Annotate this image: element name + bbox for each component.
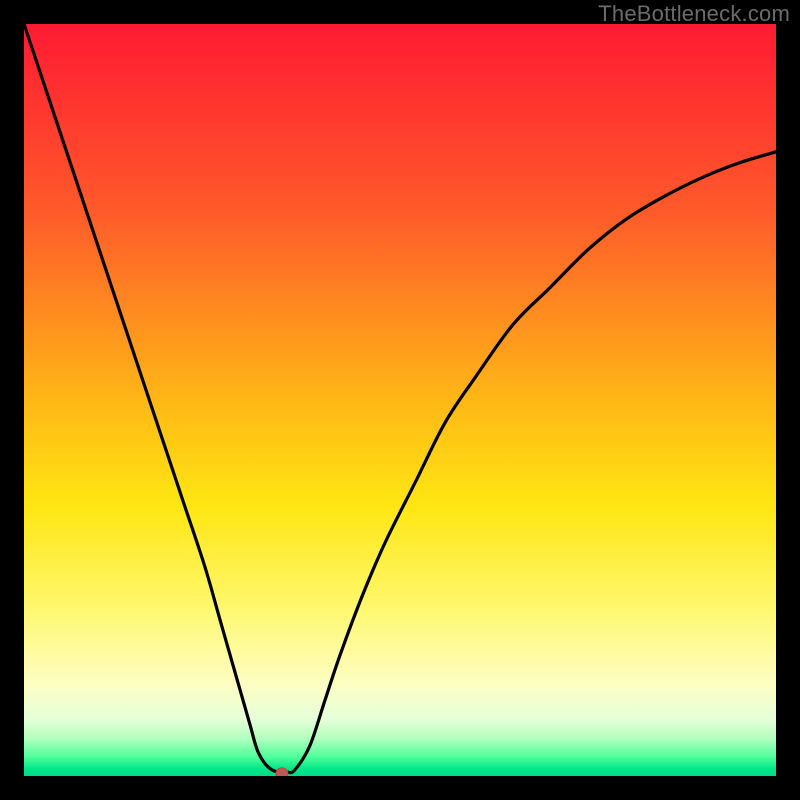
watermark-text: TheBottleneck.com xyxy=(598,1,790,27)
chart-frame: TheBottleneck.com xyxy=(0,0,800,800)
curve-line xyxy=(24,24,776,773)
optimum-marker xyxy=(276,768,288,776)
plot-area xyxy=(24,24,776,776)
bottleneck-curve xyxy=(24,24,776,776)
